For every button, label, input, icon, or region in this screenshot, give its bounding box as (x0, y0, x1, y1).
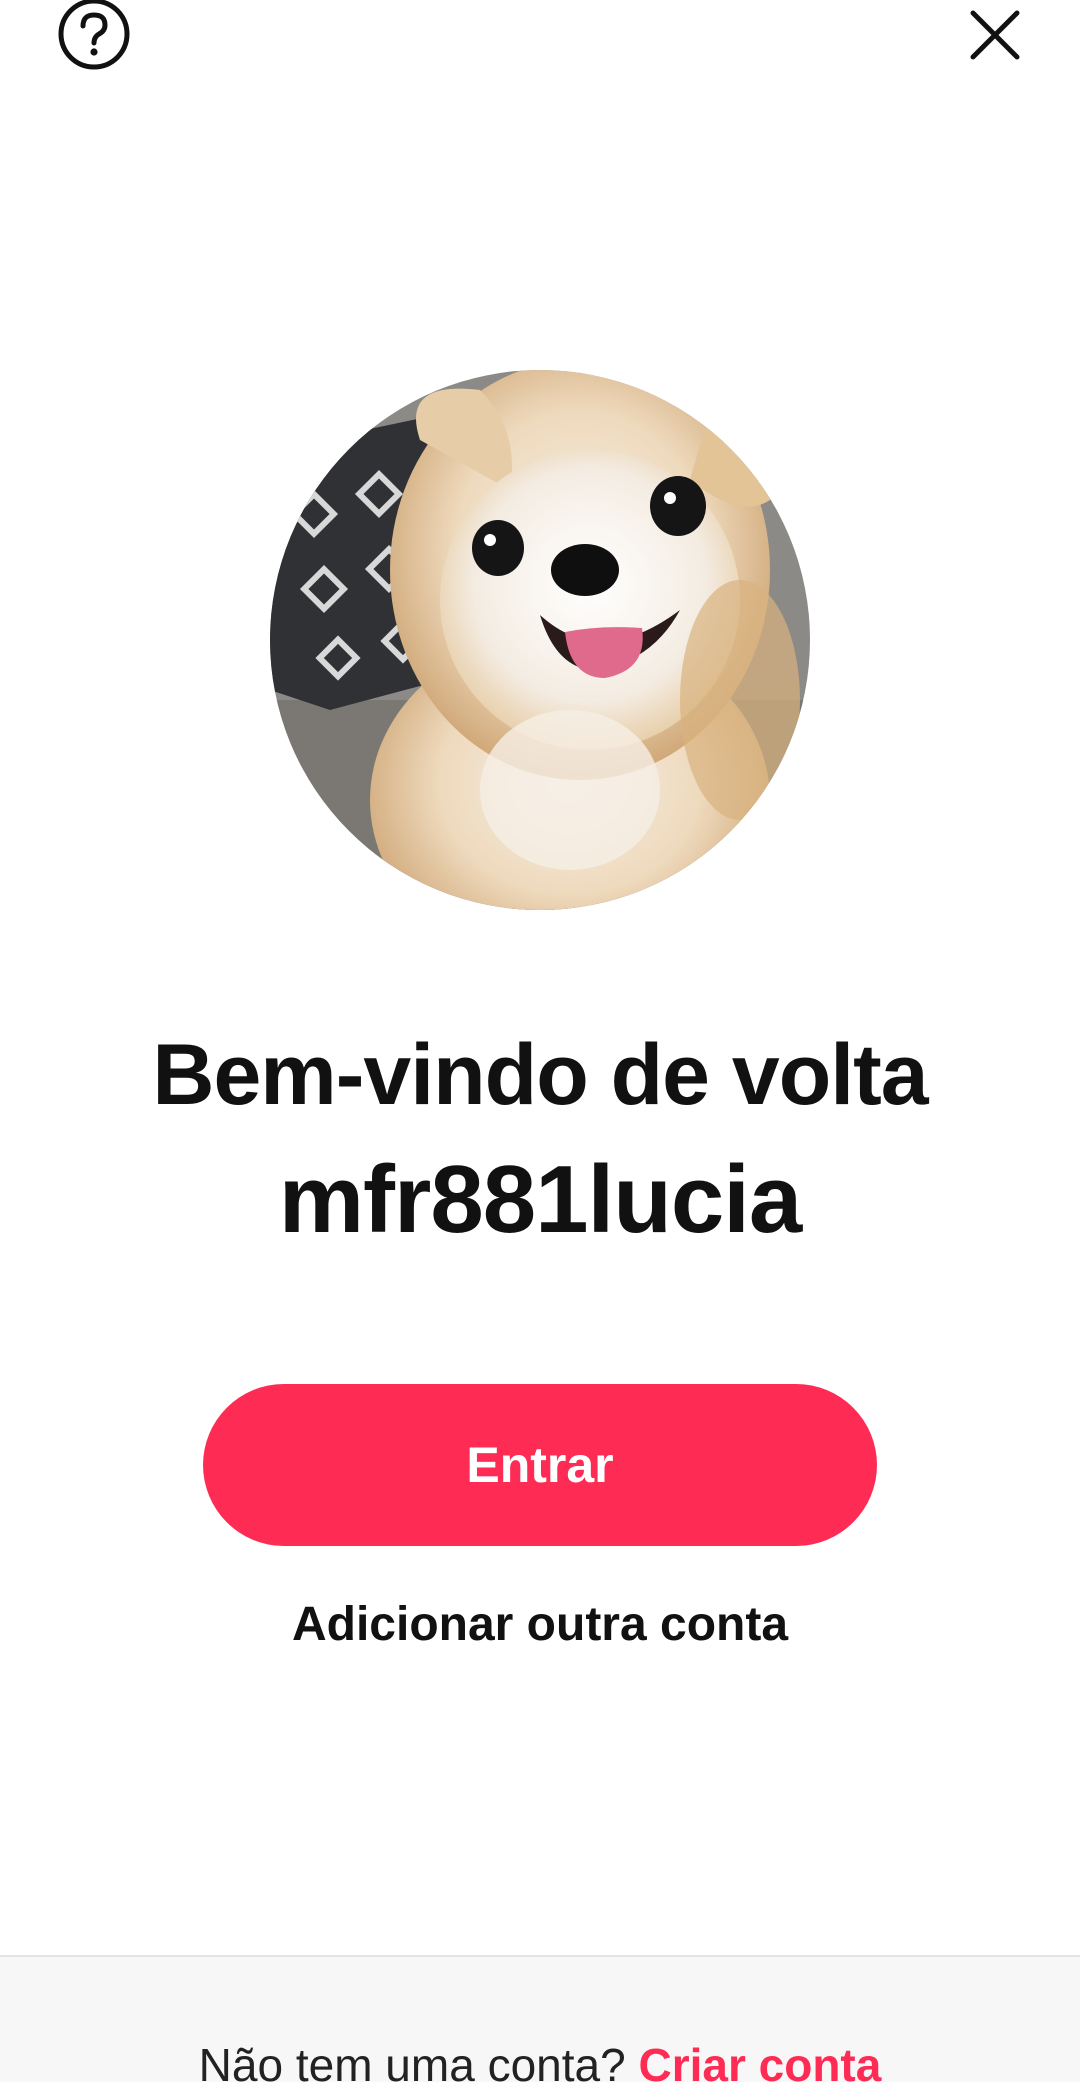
close-button[interactable] (960, 0, 1030, 70)
footer-text: Não tem uma conta? Criar conta (0, 2035, 1080, 2095)
dog-photo-avatar (270, 370, 810, 910)
login-button[interactable]: Entrar (203, 1384, 877, 1546)
welcome-heading: Bem-vindo de volta (152, 1027, 928, 1123)
question-circle-icon (58, 0, 130, 70)
close-icon (970, 10, 1020, 60)
profile-avatar (270, 370, 810, 910)
username-label: mfr881lucia (278, 1146, 803, 1253)
add-account-link[interactable]: Adicionar outra conta (0, 1595, 1080, 1655)
top-bar (0, 0, 1080, 80)
create-account-link[interactable]: Criar conta (638, 2039, 881, 2091)
signup-prompt: Não tem uma conta? (198, 2039, 639, 2091)
help-button[interactable] (56, 0, 132, 74)
footer-bar: Não tem uma conta? Criar conta (0, 1955, 1080, 2091)
